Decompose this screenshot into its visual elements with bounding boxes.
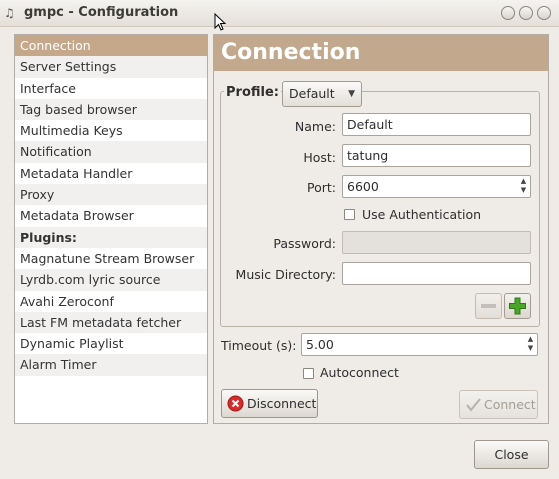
sidebar-item-alarm-timer[interactable]: Alarm Timer xyxy=(15,354,207,376)
spin-arrows-icon[interactable]: ▲ ▼ xyxy=(518,177,529,196)
spin-arrows-icon[interactable]: ▲ ▼ xyxy=(525,335,536,354)
host-value: tatung xyxy=(347,148,389,163)
sidebar-heading-plugins: Plugins: xyxy=(15,226,207,248)
title-bar[interactable]: ♫ gmpc - Configuration xyxy=(0,0,559,31)
sidebar-item-avahi[interactable]: Avahi Zeroconf xyxy=(15,291,207,312)
add-profile-button[interactable] xyxy=(504,293,531,319)
music-directory-field[interactable] xyxy=(342,262,531,285)
disconnect-label: Disconnect xyxy=(247,396,317,411)
sidebar-item-lastfm[interactable]: Last FM metadata fetcher xyxy=(15,311,207,334)
timeout-label: Timeout (s): xyxy=(221,338,297,353)
window-controls xyxy=(501,6,551,20)
sidebar-item-magnatune[interactable]: Magnatune Stream Browser xyxy=(15,248,207,269)
name-label: Name: xyxy=(294,119,336,134)
autoconnect-label: Autoconnect xyxy=(320,365,399,380)
disconnect-button[interactable]: Disconnect xyxy=(221,389,318,418)
host-label: Host: xyxy=(303,150,336,165)
close-button[interactable]: Close xyxy=(474,440,549,469)
sidebar-item-server-settings[interactable]: Server Settings xyxy=(15,56,207,78)
window-title: gmpc - Configuration xyxy=(24,5,179,20)
connection-panel: Connection Profile: Default ▼ Name: Defa… xyxy=(213,34,549,424)
close-window-button[interactable] xyxy=(537,6,551,20)
port-spinner[interactable]: 6600 ▲ ▼ xyxy=(342,175,531,198)
mouse-cursor-icon xyxy=(214,13,226,31)
close-label: Close xyxy=(494,447,529,462)
panel-title: Connection xyxy=(214,35,548,71)
connect-label: Connect xyxy=(484,397,536,412)
name-field[interactable]: Default xyxy=(342,113,531,136)
connect-button[interactable]: Connect xyxy=(459,390,538,419)
sidebar-item-lyrdb[interactable]: Lyrdb.com lyric source xyxy=(15,269,207,291)
profile-value: Default xyxy=(289,86,335,101)
use-auth-checkbox[interactable] xyxy=(344,209,355,220)
password-field[interactable] xyxy=(342,231,531,254)
sidebar-item-dynamic-playlist[interactable]: Dynamic Playlist xyxy=(15,333,207,354)
dropdown-arrow-icon: ▼ xyxy=(348,89,355,99)
minimize-button[interactable] xyxy=(501,6,515,20)
port-label: Port: xyxy=(307,180,336,195)
plus-icon xyxy=(509,297,526,315)
minus-icon xyxy=(481,304,496,308)
sidebar-item-metadata-handler[interactable]: Metadata Handler xyxy=(15,163,207,184)
sidebar-item-tag-based-browser[interactable]: Tag based browser xyxy=(15,98,207,121)
use-auth-label: Use Authentication xyxy=(362,207,482,222)
sidebar-item-connection[interactable]: Connection xyxy=(15,35,207,57)
music-directory-label: Music Directory: xyxy=(235,267,336,282)
password-label: Password: xyxy=(273,236,336,251)
profile-label: Profile: xyxy=(224,85,281,100)
sidebar-item-interface[interactable]: Interface xyxy=(15,78,207,99)
maximize-button[interactable] xyxy=(519,6,533,20)
checkmark-icon xyxy=(466,398,481,412)
profile-combo[interactable]: Default ▼ xyxy=(282,81,362,107)
music-note-icon: ♫ xyxy=(4,6,15,20)
autoconnect-checkbox[interactable] xyxy=(303,368,314,379)
timeout-value: 5.00 xyxy=(306,337,334,352)
sidebar-list[interactable]: Connection Server Settings Interface Tag… xyxy=(14,34,208,424)
sidebar-item-multimedia-keys[interactable]: Multimedia Keys xyxy=(15,120,207,141)
disconnect-icon xyxy=(227,395,244,412)
port-value: 6600 xyxy=(347,179,379,194)
sidebar-item-notification[interactable]: Notification xyxy=(15,141,207,163)
timeout-spinner[interactable]: 5.00 ▲ ▼ xyxy=(301,333,538,356)
remove-profile-button[interactable] xyxy=(475,293,502,319)
name-value: Default xyxy=(347,117,393,132)
host-field[interactable]: tatung xyxy=(342,144,531,167)
sidebar-item-proxy[interactable]: Proxy xyxy=(15,184,207,206)
sidebar-item-metadata-browser[interactable]: Metadata Browser xyxy=(15,205,207,226)
